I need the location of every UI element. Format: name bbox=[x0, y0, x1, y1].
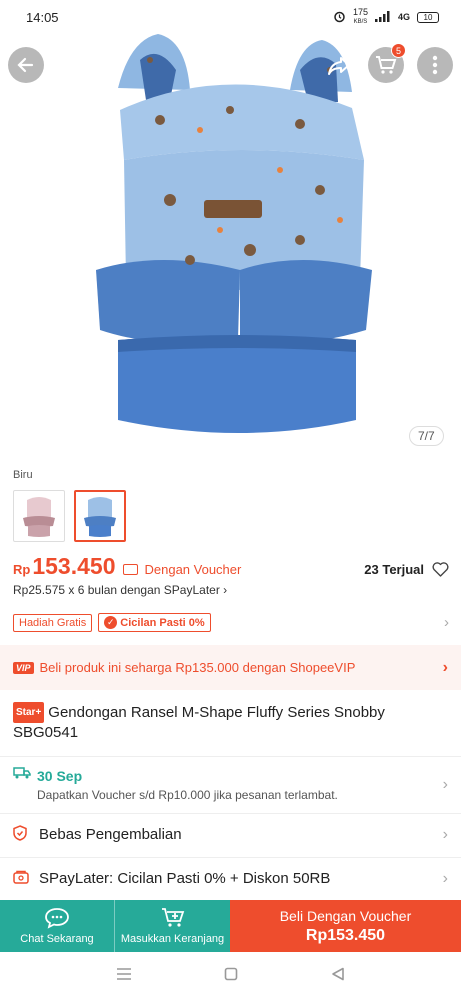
net-speed: 175 KB/S bbox=[352, 7, 368, 26]
spaylater-icon bbox=[13, 870, 39, 888]
price-currency: Rp bbox=[13, 562, 31, 577]
star-plus-badge: Star+ bbox=[13, 702, 45, 723]
menu-icon[interactable] bbox=[116, 967, 132, 986]
product-image[interactable]: 5 7/7 bbox=[0, 0, 461, 458]
more-vertical-icon bbox=[432, 55, 438, 75]
back-button[interactable] bbox=[8, 47, 44, 83]
shipping-info: 30 Sep Dapatkan Voucher s/d Rp10.000 jik… bbox=[37, 768, 338, 802]
back-triangle-icon[interactable] bbox=[331, 967, 345, 986]
shipping-date: 30 Sep bbox=[37, 767, 83, 784]
check-icon: ✓ bbox=[104, 616, 118, 629]
vip-text: Beli produk ini seharga Rp135.000 dengan… bbox=[39, 660, 356, 675]
shield-icon bbox=[13, 824, 39, 845]
spaylater-row[interactable]: SPayLater: Cicilan Pasti 0% + Diskon 50R… bbox=[0, 857, 461, 899]
chevron-right-icon: › bbox=[444, 614, 449, 631]
battery-icon: 10 bbox=[417, 11, 439, 23]
cart-button[interactable]: 5 bbox=[368, 43, 406, 83]
price-row: Rp 153.450 Dengan Voucher 23 Terjual bbox=[13, 553, 449, 580]
share-button[interactable] bbox=[323, 50, 355, 82]
pink-carrier-thumbnail bbox=[23, 497, 55, 537]
home-icon[interactable] bbox=[224, 967, 238, 986]
cicilan-tag: ✓ Cicilan Pasti 0% bbox=[98, 613, 211, 632]
return-policy-label: Bebas Pengembalian bbox=[39, 826, 182, 843]
cart-count-badge: 5 bbox=[391, 43, 406, 58]
add-cart-label: Masukkan Keranjang bbox=[120, 933, 225, 945]
promo-tags-row[interactable]: Hadiah Gratis ✓ Cicilan Pasti 0% › bbox=[13, 613, 449, 632]
bottom-action-bar: Chat Sekarang Masukkan Keranjang Beli De… bbox=[0, 900, 461, 952]
more-options-button[interactable] bbox=[417, 47, 453, 83]
variant-label: Biru bbox=[13, 469, 33, 481]
buy-with-voucher-button[interactable]: Beli Dengan Voucher Rp153.450 bbox=[230, 900, 461, 952]
chevron-right-icon: › bbox=[223, 583, 228, 597]
chat-label: Chat Sekarang bbox=[20, 933, 94, 945]
add-cart-icon bbox=[161, 908, 184, 927]
arrow-left-icon bbox=[17, 57, 34, 73]
voucher-label[interactable]: Dengan Voucher bbox=[144, 562, 241, 577]
variant-thumb-blue[interactable] bbox=[74, 490, 126, 542]
image-page-counter: 7/7 bbox=[409, 426, 444, 446]
chat-icon bbox=[45, 908, 69, 929]
share-icon bbox=[328, 57, 350, 75]
hadiah-gratis-tag: Hadiah Gratis bbox=[13, 613, 93, 632]
system-nav-bar bbox=[0, 952, 461, 1000]
product-title: Star+ Gendongan Ransel M-Shape Fluffy Ser… bbox=[13, 702, 385, 741]
price-value: 153.450 bbox=[32, 553, 116, 579]
chevron-right-icon: › bbox=[442, 658, 448, 676]
buy-label: Beli Dengan Voucher bbox=[279, 907, 412, 924]
voucher-icon bbox=[123, 564, 139, 575]
alarm-icon bbox=[333, 10, 346, 25]
variant-thumb-pink[interactable] bbox=[13, 490, 65, 542]
blue-carrier-thumbnail bbox=[84, 497, 116, 537]
shopee-vip-banner[interactable]: VIP Beli produk ini seharga Rp135.000 de… bbox=[0, 645, 461, 690]
add-to-cart-button[interactable]: Masukkan Keranjang bbox=[114, 900, 230, 952]
status-time: 14:05 bbox=[26, 9, 59, 25]
chevron-right-icon: › bbox=[442, 869, 448, 887]
chevron-right-icon: › bbox=[442, 775, 448, 793]
signal-icon bbox=[374, 10, 391, 24]
signal-4g: 4G bbox=[397, 12, 410, 22]
buy-price: Rp153.450 bbox=[305, 926, 386, 944]
chevron-right-icon: › bbox=[442, 825, 448, 843]
shipping-note: Dapatkan Voucher s/d Rp10.000 jika pesan… bbox=[37, 787, 338, 802]
status-icons: 175 KB/S 4G 10 bbox=[333, 8, 439, 26]
chat-button[interactable]: Chat Sekarang bbox=[0, 900, 114, 952]
status-bar: 14:05 175 KB/S 4G 10 bbox=[0, 0, 461, 34]
shipping-row[interactable]: 30 Sep Dapatkan Voucher s/d Rp10.000 jik… bbox=[0, 756, 461, 812]
vip-badge: VIP bbox=[13, 661, 34, 674]
truck-icon bbox=[13, 766, 37, 782]
sold-count: 23 Terjual bbox=[364, 562, 449, 577]
spaylater-label: SPayLater: Cicilan Pasti 0% + Diskon 50R… bbox=[39, 870, 331, 887]
return-policy-row[interactable]: Bebas Pengembalian › bbox=[0, 813, 461, 855]
installment-info[interactable]: Rp25.575 x 6 bulan dengan SPayLater › bbox=[13, 583, 227, 597]
cart-icon bbox=[376, 56, 397, 74]
heart-icon[interactable] bbox=[432, 562, 449, 577]
